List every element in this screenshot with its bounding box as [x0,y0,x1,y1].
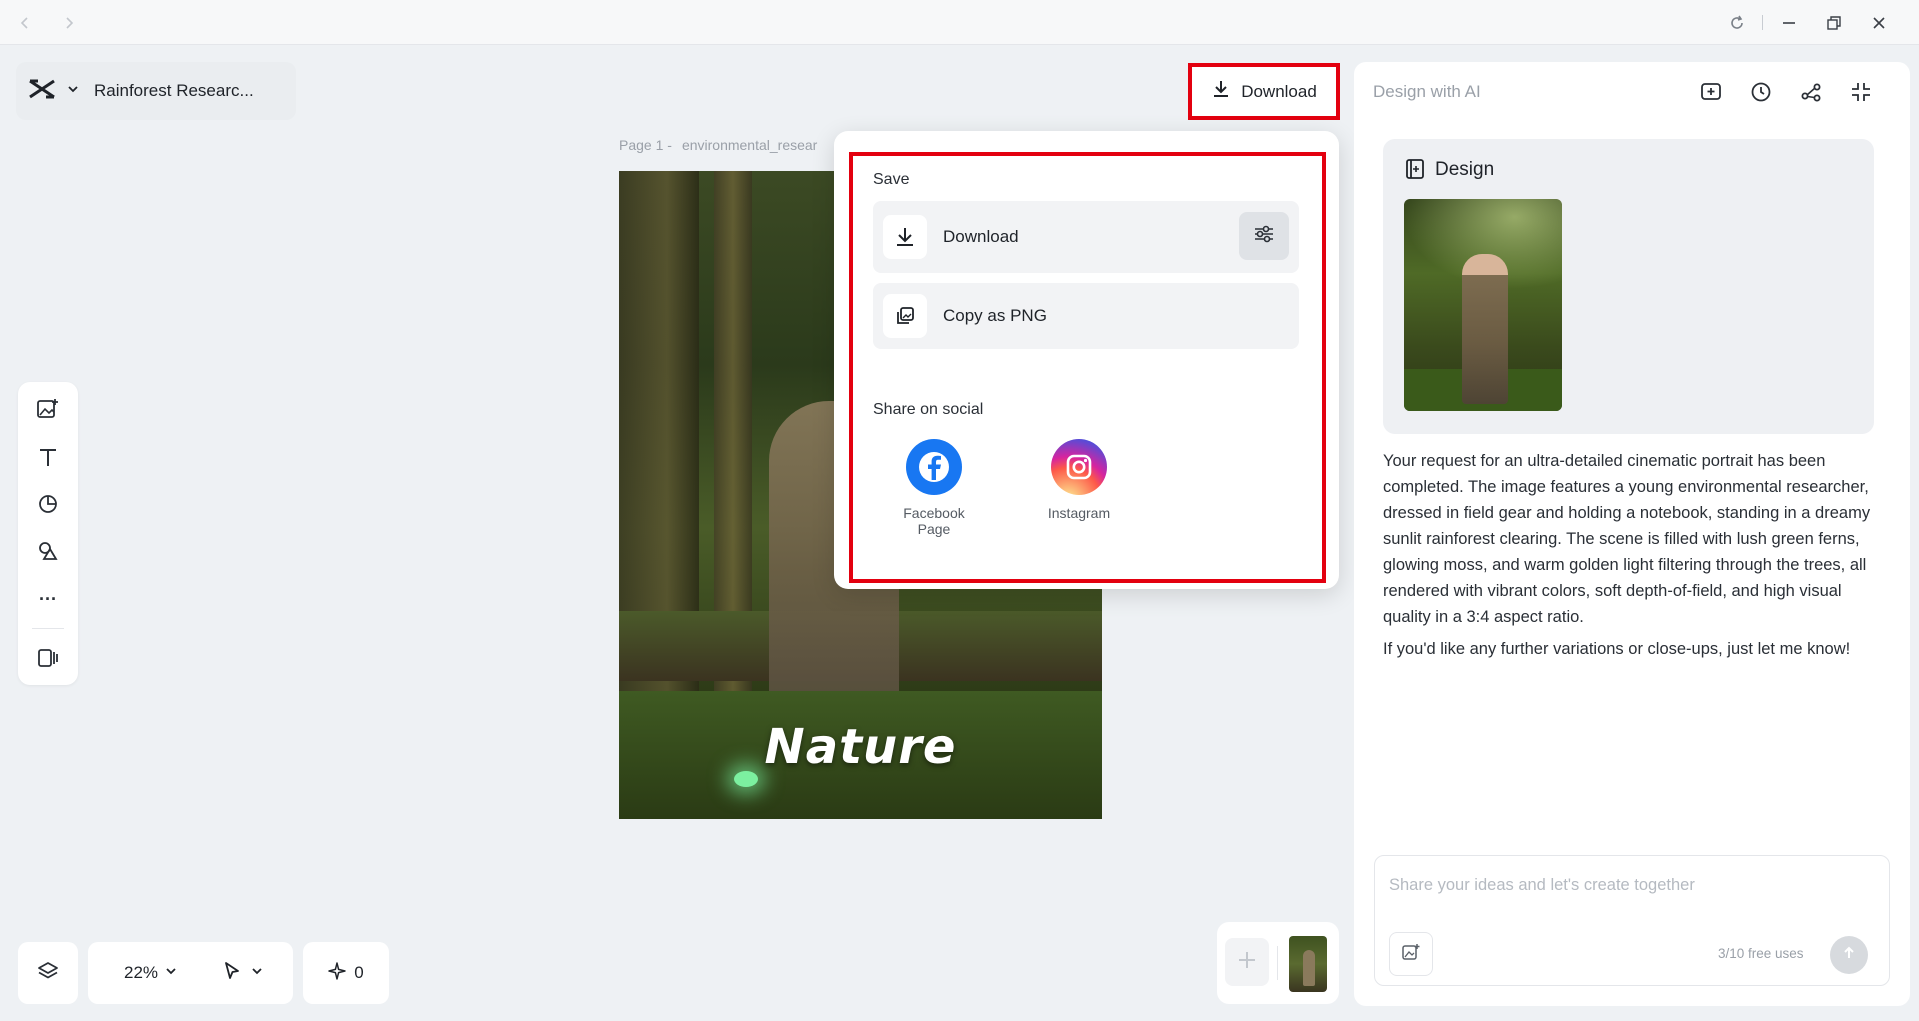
download-option-label: Download [943,227,1019,246]
project-menu[interactable]: Rainforest Researc... [16,62,296,120]
page-label: Page 1 - environmental_resear [619,137,817,153]
download-button[interactable]: Download [1188,63,1340,120]
facebook-label-line1: Facebook [903,505,965,521]
titlebar-separator [1762,15,1763,30]
share-instagram-button[interactable]: Instagram [1031,439,1127,521]
zoom-control[interactable]: 22% [124,963,178,983]
project-title[interactable]: Rainforest Researc... [94,81,254,101]
capcut-logo-icon [28,78,56,105]
ai-response-paragraph: If you'd like any further variations or … [1383,640,1851,658]
back-icon[interactable] [14,12,36,34]
thumbnail-person [1462,254,1508,404]
toolbar-divider [32,628,64,629]
more-icon[interactable]: ··· [34,585,62,613]
instagram-icon [1051,439,1107,495]
layout-icon[interactable] [34,644,62,672]
download-settings-button[interactable] [1239,212,1289,260]
download-button-label: Download [1241,81,1317,101]
copy-image-icon [883,294,927,338]
close-icon[interactable] [1868,12,1890,34]
design-with-ai-panel: Design with AI Design Your request for a… [1354,62,1910,1006]
layers-icon [37,960,59,987]
design-icon [1405,158,1425,185]
zoom-level: 22% [124,963,159,982]
sliders-icon [1253,223,1275,250]
pointer-icon [222,961,242,986]
pointer-tool-control[interactable] [222,961,264,986]
upload-image-button[interactable] [1389,932,1433,976]
zoom-and-select-controls: 22% [88,942,293,1004]
credits-button[interactable]: 0 [303,942,389,1004]
design-thumbnail[interactable] [1404,199,1562,411]
download-option[interactable]: Download [873,201,1299,273]
chat-input-box[interactable]: Share your ideas and let's create togeth… [1374,855,1890,986]
new-chat-icon[interactable] [1698,79,1724,105]
chevron-down-icon [250,964,264,983]
pages-strip [1217,922,1339,1004]
plus-icon [1236,949,1258,976]
ai-response-paragraph: Your request for an ultra-detailed cinem… [1383,452,1871,626]
canvas-caption-text[interactable]: Nature [619,719,1102,775]
free-uses-counter: 3/10 free uses [1718,946,1804,961]
save-heading: Save [873,171,910,188]
share-facebook-button[interactable]: Facebook Page [886,439,982,537]
minimize-icon[interactable] [1778,12,1800,34]
design-result-card[interactable]: Design [1383,139,1874,434]
layers-button[interactable] [18,942,78,1004]
design-card-title: Design [1435,159,1495,180]
share-icon[interactable] [1798,79,1824,105]
credits-count: 0 [354,963,364,982]
left-toolbar: ··· [18,382,78,685]
facebook-icon [906,439,962,495]
image-upload-icon [1401,942,1421,967]
download-icon [883,215,927,259]
facebook-label-line2: Page [917,521,951,537]
copy-as-png-option[interactable]: Copy as PNG [873,283,1299,349]
add-image-icon[interactable] [34,395,62,423]
arrow-up-icon [1841,945,1857,966]
share-heading: Share on social [873,401,984,418]
chevron-down-icon [164,964,178,983]
sparkle-icon [328,961,347,985]
chevron-down-icon[interactable] [66,82,80,101]
chat-input-placeholder[interactable]: Share your ideas and let's create togeth… [1389,876,1695,895]
restore-icon[interactable] [1823,12,1845,34]
pages-separator [1277,946,1278,980]
shapes-icon[interactable] [34,490,62,518]
page-prefix: Page 1 - [619,137,672,153]
panel-title: Design with AI [1373,82,1481,101]
send-button[interactable] [1830,936,1868,974]
download-icon [1211,79,1231,104]
instagram-label: Instagram [1047,505,1111,521]
page-thumbnail[interactable] [1289,936,1327,992]
history-icon[interactable] [1748,79,1774,105]
text-icon[interactable] [34,443,62,471]
page-file-name[interactable]: environmental_resear [682,137,817,153]
elements-icon[interactable] [34,537,62,565]
copy-as-png-label: Copy as PNG [943,306,1047,325]
forward-icon[interactable] [58,12,80,34]
download-popover: Save Download Copy as PNG Share on socia… [834,131,1339,589]
add-page-button[interactable] [1225,938,1269,986]
ai-response: Your request for an ultra-detailed cinem… [1383,448,1883,668]
collapse-icon[interactable] [1848,79,1874,105]
title-bar [0,0,1919,45]
refresh-icon[interactable] [1726,12,1748,34]
